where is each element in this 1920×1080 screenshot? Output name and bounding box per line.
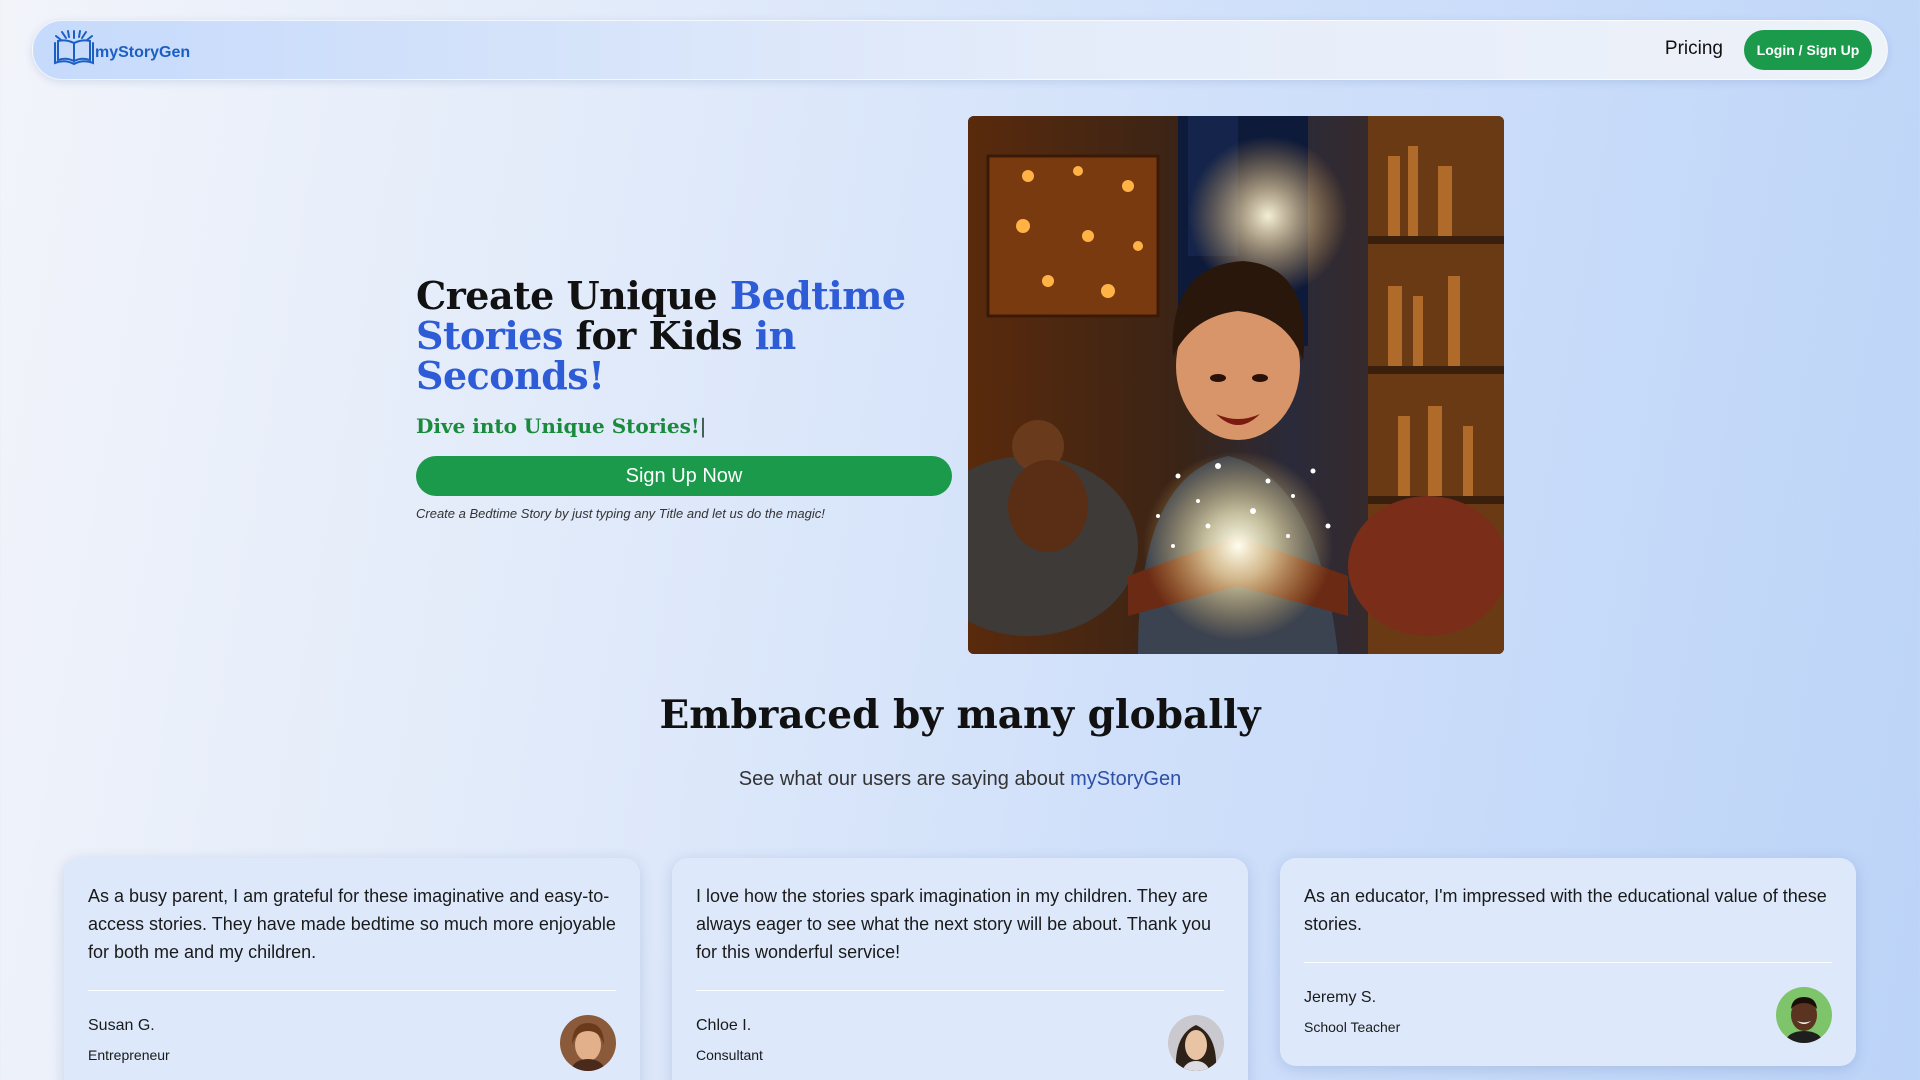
- hero-title-part2: for Kids: [562, 313, 755, 358]
- brand-name: myStoryGen: [95, 44, 191, 61]
- avatar: [1168, 1015, 1224, 1071]
- testimonial-author: Jeremy S. School Teacher: [1304, 987, 1832, 1049]
- testimonials-subtitle: See what our users are saying about mySt…: [0, 768, 1920, 791]
- sign-up-now-button[interactable]: Sign Up Now: [416, 456, 952, 496]
- open-book-icon: [54, 30, 94, 66]
- hero-note: Create a Bedtime Story by just typing an…: [416, 506, 825, 521]
- author-role: School Teacher: [1304, 1019, 1401, 1035]
- author-role: Entrepreneur: [88, 1047, 170, 1063]
- brand-logo[interactable]: myStoryGen: [51, 29, 190, 67]
- hero-subtitle-text: Dive into Unique Stories!: [416, 414, 700, 438]
- testimonial-author: Susan G. Entrepreneur: [88, 1015, 616, 1077]
- avatar: [560, 1015, 616, 1071]
- divider: [88, 990, 616, 991]
- top-navbar: myStoryGen Pricing Login / Sign Up: [32, 20, 1888, 80]
- typing-cursor: |: [699, 414, 707, 438]
- testimonials-subtitle-prefix: See what our users are saying about: [738, 768, 1071, 790]
- login-signup-button[interactable]: Login / Sign Up: [1744, 30, 1872, 70]
- testimonial-author: Chloe I. Consultant: [696, 1015, 1224, 1077]
- avatar: [1776, 987, 1832, 1043]
- testimonial-card: As an educator, I'm impressed with the e…: [1280, 858, 1856, 1066]
- hero-title: Create Unique Bedtime Stories for Kids i…: [416, 276, 976, 396]
- testimonials-subtitle-brand: myStoryGen: [1070, 768, 1182, 790]
- testimonial-card: I love how the stories spark imagination…: [672, 858, 1248, 1080]
- testimonial-quote: As an educator, I'm impressed with the e…: [1304, 886, 1827, 934]
- hero-illustration: [968, 116, 1504, 654]
- testimonials-title: Embraced by many globally: [659, 692, 1261, 738]
- divider: [1304, 962, 1832, 963]
- author-name: Jeremy S.: [1304, 989, 1377, 1006]
- testimonial-quote: I love how the stories spark imagination…: [696, 886, 1211, 962]
- hero-typing-subtitle: Dive into Unique Stories!|: [416, 414, 976, 438]
- author-name: Chloe I.: [696, 1017, 752, 1034]
- nav-pricing-link[interactable]: Pricing: [1665, 38, 1723, 60]
- testimonial-quote: As a busy parent, I am grateful for thes…: [88, 886, 616, 962]
- author-name: Susan G.: [88, 1017, 155, 1034]
- author-role: Consultant: [696, 1047, 763, 1063]
- hero-section: Create Unique Bedtime Stories for Kids i…: [416, 276, 976, 521]
- hero-title-part1: Create Unique: [416, 273, 730, 318]
- divider: [696, 990, 1224, 991]
- testimonial-card: As a busy parent, I am grateful for thes…: [64, 858, 640, 1080]
